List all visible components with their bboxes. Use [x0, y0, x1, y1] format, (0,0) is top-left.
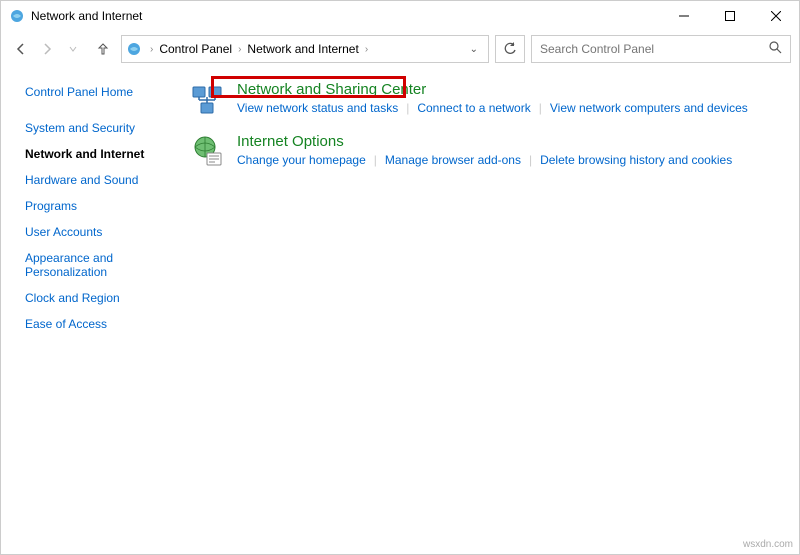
content-area: Control Panel Home System and Security N… [1, 67, 799, 540]
link-separator: | [529, 153, 532, 167]
maximize-button[interactable] [707, 1, 753, 31]
address-bar[interactable]: › Control Panel › Network and Internet ›… [121, 35, 489, 63]
sidebar-item-programs[interactable]: Programs [25, 195, 181, 217]
sidebar-item-hardware-sound[interactable]: Hardware and Sound [25, 169, 181, 191]
titlebar: Network and Internet [1, 1, 799, 31]
up-button[interactable] [91, 37, 115, 61]
sub-link[interactable]: Connect to a network [417, 101, 530, 115]
sidebar-item-appearance[interactable]: Appearance and Personalization [25, 247, 181, 283]
minimize-button[interactable] [661, 1, 707, 31]
main-panel: Network and Sharing Center View network … [181, 67, 799, 540]
category-network-sharing: Network and Sharing Center View network … [191, 81, 779, 115]
link-separator: | [539, 101, 542, 115]
sidebar-item-network-internet[interactable]: Network and Internet [25, 143, 181, 165]
location-icon [126, 41, 142, 57]
sub-link[interactable]: View network status and tasks [237, 101, 398, 115]
breadcrumb-item[interactable]: Network and Internet [245, 42, 360, 56]
sub-link[interactable]: Change your homepage [237, 153, 366, 167]
category-title-link[interactable]: Network and Sharing Center [237, 81, 779, 98]
category-body: Network and Sharing Center View network … [237, 81, 779, 115]
close-button[interactable] [753, 1, 799, 31]
window-controls [661, 1, 799, 31]
chevron-right-icon[interactable]: › [146, 44, 157, 55]
category-title-link[interactable]: Internet Options [237, 133, 779, 150]
refresh-button[interactable] [495, 35, 525, 63]
sidebar-item-user-accounts[interactable]: User Accounts [25, 221, 181, 243]
back-button[interactable] [9, 37, 33, 61]
forward-button[interactable] [35, 37, 59, 61]
category-internet-options: Internet Options Change your homepage | … [191, 133, 779, 167]
network-sharing-icon [191, 83, 223, 115]
chevron-right-icon[interactable]: › [361, 44, 372, 55]
watermark-text: wsxdn.com [743, 539, 793, 550]
chevron-right-icon[interactable]: › [234, 44, 245, 55]
address-dropdown-icon[interactable]: ⌄ [464, 44, 484, 55]
internet-options-icon [191, 135, 223, 167]
breadcrumb-item[interactable]: Control Panel [157, 42, 234, 56]
window-title: Network and Internet [31, 9, 661, 23]
category-body: Internet Options Change your homepage | … [237, 133, 779, 167]
recent-dropdown[interactable] [61, 37, 85, 61]
sub-link[interactable]: Delete browsing history and cookies [540, 153, 732, 167]
sidebar-item-clock-region[interactable]: Clock and Region [25, 287, 181, 309]
category-sublinks: View network status and tasks | Connect … [237, 101, 779, 115]
sub-link[interactable]: View network computers and devices [550, 101, 748, 115]
sidebar-home-link[interactable]: Control Panel Home [25, 81, 181, 103]
sidebar-item-ease-of-access[interactable]: Ease of Access [25, 313, 181, 335]
search-input[interactable] [540, 42, 769, 56]
sidebar: Control Panel Home System and Security N… [1, 67, 181, 540]
link-separator: | [374, 153, 377, 167]
search-box[interactable] [531, 35, 791, 63]
link-separator: | [406, 101, 409, 115]
app-icon [9, 8, 25, 24]
sub-link[interactable]: Manage browser add-ons [385, 153, 521, 167]
sidebar-item-system-security[interactable]: System and Security [25, 117, 181, 139]
navigation-bar: › Control Panel › Network and Internet ›… [1, 31, 799, 67]
category-sublinks: Change your homepage | Manage browser ad… [237, 153, 779, 167]
search-icon[interactable] [769, 41, 782, 57]
